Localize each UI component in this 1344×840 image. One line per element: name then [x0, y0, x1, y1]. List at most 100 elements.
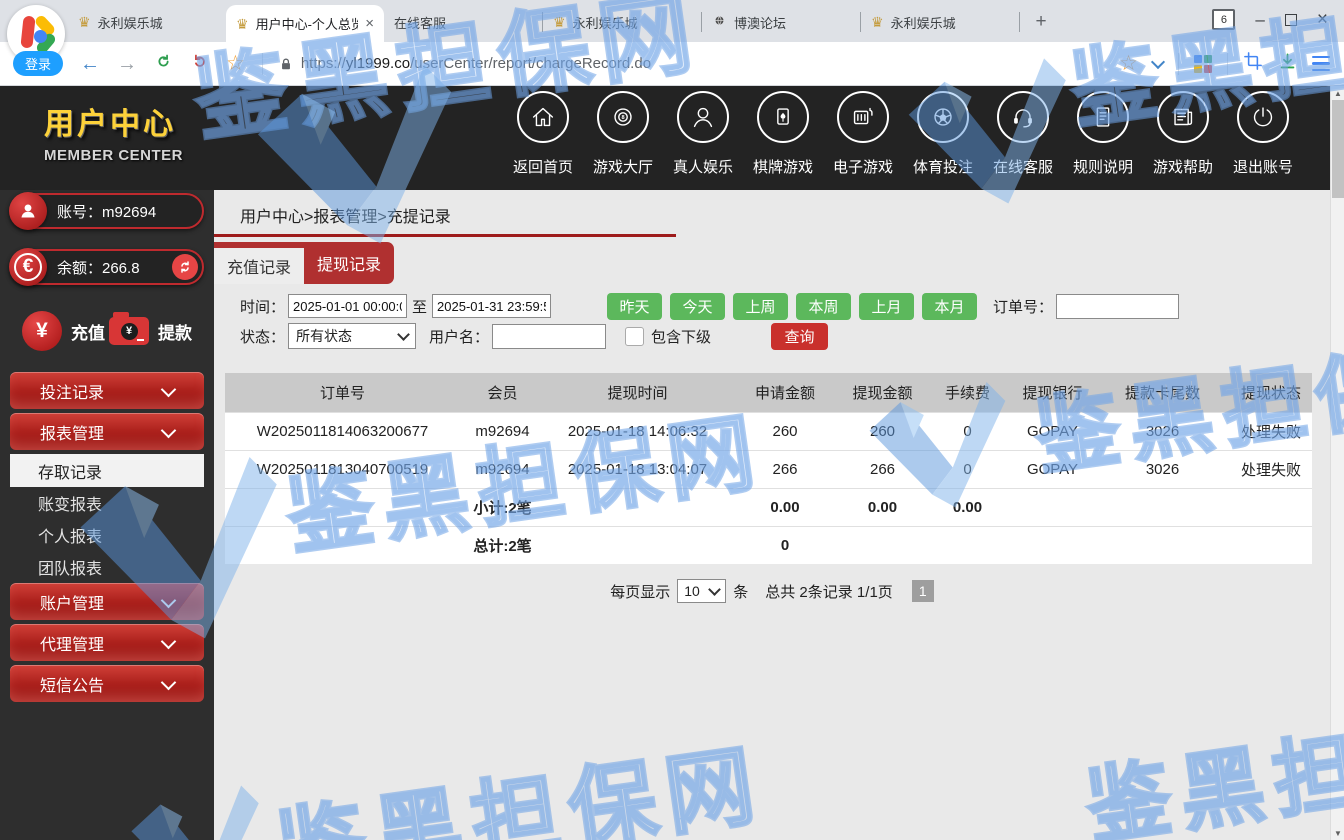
scroll-down-icon[interactable]: ▼: [1331, 826, 1344, 840]
include-sub-checkbox[interactable]: [625, 327, 644, 346]
apps-grid-icon[interactable]: [1194, 55, 1212, 73]
table-cell: GOPAY: [1010, 413, 1095, 451]
page-1-button[interactable]: 1: [912, 580, 934, 602]
address-bar: ← → ☆ https://yl1999.co/userCenter/repor…: [0, 42, 1344, 86]
table-cell: [925, 527, 1010, 565]
time-from-input[interactable]: [288, 294, 407, 318]
quick-range-button[interactable]: 上月: [859, 293, 914, 320]
username-input[interactable]: [492, 324, 606, 349]
topnav-item-cards[interactable]: 棋牌游戏: [743, 91, 823, 177]
chevron-down-icon: [708, 583, 721, 596]
quick-range-button[interactable]: 昨天: [607, 293, 662, 320]
scrollbar[interactable]: ▲ ▼: [1330, 86, 1344, 840]
home-icon: [517, 91, 569, 143]
bookmark-star-icon[interactable]: ☆: [226, 51, 245, 76]
member-center-logo: 用户中心 MEMBER CENTER: [44, 99, 183, 164]
close-button[interactable]: ×: [1317, 10, 1328, 29]
table-cell: 总计:2笔: [460, 527, 545, 565]
sidebar-menu-item[interactable]: 账户管理: [10, 583, 204, 620]
topnav-item-label: 游戏帮助: [1153, 156, 1213, 177]
topnav-item-power[interactable]: 退出账号: [1223, 91, 1303, 177]
topnav-item-live[interactable]: 真人娱乐: [663, 91, 743, 177]
hall-icon: 8: [597, 91, 649, 143]
table-header-cell: 申请金额: [730, 373, 840, 413]
lock-icon: [279, 56, 293, 72]
scroll-up-icon[interactable]: ▲: [1331, 86, 1344, 100]
table-header-cell: 提现金额: [840, 373, 925, 413]
tab-count-badge[interactable]: 6: [1212, 9, 1235, 30]
time-to-input[interactable]: [432, 294, 551, 318]
refresh-button[interactable]: [154, 52, 173, 76]
divider: [1227, 53, 1228, 75]
tab-withdraw-records[interactable]: 提现记录: [304, 242, 394, 284]
tab-close-icon[interactable]: ×: [365, 15, 374, 32]
menu-hamburger-icon[interactable]: [1312, 56, 1330, 72]
scrollbar-thumb[interactable]: [1332, 100, 1344, 198]
new-tab-button[interactable]: +: [1028, 9, 1054, 35]
browser-tab[interactable]: ♛ 永利娱乐城: [861, 2, 1019, 42]
quick-range-button[interactable]: 本周: [796, 293, 851, 320]
topnav-item-home[interactable]: 返回首页: [503, 91, 583, 177]
table-cell: [225, 527, 460, 565]
topnav-item-label: 电子游戏: [833, 156, 893, 177]
browser-tab[interactable]: 博澳论坛: [702, 2, 860, 42]
undo-button[interactable]: [190, 52, 209, 76]
search-button[interactable]: 查询: [771, 323, 828, 350]
sidebar-menu-item[interactable]: 代理管理: [10, 624, 204, 661]
sidebar-submenu-item[interactable]: 个人报表: [0, 519, 214, 551]
include-sub-label: 包含下级: [651, 326, 711, 347]
maximize-button[interactable]: [1285, 14, 1297, 26]
quick-range-button[interactable]: 今天: [670, 293, 725, 320]
logo-shape: [34, 30, 47, 43]
divider: [262, 53, 263, 75]
quick-range-button[interactable]: 本月: [922, 293, 977, 320]
per-page-select[interactable]: 10: [677, 579, 726, 603]
browser-tab-bar: ♛永利娱乐城♛用户中心-个人总览×在线客服♛永利娱乐城博澳论坛♛永利娱乐城+ 6…: [0, 0, 1344, 42]
forward-button[interactable]: →: [117, 54, 137, 74]
topnav-item-service[interactable]: 在线客服: [983, 91, 1063, 177]
crown-favicon-icon: ♛: [871, 15, 884, 29]
url-scheme: https://: [301, 55, 346, 72]
maximize-icon: [1285, 14, 1297, 26]
sidebar-menu-item[interactable]: 投注记录: [10, 372, 204, 409]
login-button[interactable]: 登录: [13, 51, 63, 76]
browser-tab[interactable]: ♛永利娱乐城: [68, 2, 226, 42]
chevron-down-icon: [161, 382, 177, 398]
browser-tab[interactable]: ♛用户中心-个人总览×: [226, 5, 384, 42]
quick-range-button[interactable]: 上周: [733, 293, 788, 320]
minimize-button[interactable]: –: [1255, 11, 1264, 28]
tab-deposit-records[interactable]: 充值记录: [214, 248, 304, 284]
filter-row-status: 状态： 所有状态 用户名： 包含下级 查询: [240, 322, 828, 350]
browser-tab[interactable]: ♛永利娱乐城: [543, 2, 701, 42]
status-select[interactable]: 所有状态: [288, 323, 416, 349]
tab-title: 永利娱乐城: [891, 13, 1009, 32]
refresh-balance-icon[interactable]: [172, 254, 198, 280]
chevron-down-icon[interactable]: [1151, 54, 1165, 68]
withdraw-button[interactable]: ¥ 提款: [109, 317, 192, 345]
url-box[interactable]: https://yl1999.co/userCenter/report/char…: [279, 55, 1119, 72]
pagination-summary: 总共 2条记录 1/1页: [765, 581, 893, 602]
table-cell: 0.00: [840, 489, 925, 527]
screenshot-crop-icon[interactable]: [1243, 51, 1263, 76]
download-icon[interactable]: [1278, 52, 1297, 76]
total-row: 总计:2笔0: [225, 527, 1312, 565]
back-button[interactable]: ←: [80, 54, 100, 74]
topnav-item-hall[interactable]: 8游戏大厅: [583, 91, 663, 177]
topnav-item-help[interactable]: 游戏帮助: [1143, 91, 1223, 177]
sidebar-menu-item[interactable]: 报表管理: [10, 413, 204, 450]
sidebar-submenu-item[interactable]: 账变报表: [0, 487, 214, 519]
tab-title: 在线客服: [394, 13, 532, 32]
topnav-item-rules[interactable]: 规则说明: [1063, 91, 1143, 177]
sidebar-menu-item[interactable]: 短信公告: [10, 665, 204, 702]
topnav-item-sports[interactable]: 体育投注: [903, 91, 983, 177]
browser-tab[interactable]: 在线客服: [384, 2, 542, 42]
sidebar-submenu-item-active[interactable]: 存取记录: [10, 454, 204, 487]
order-no-input[interactable]: [1056, 294, 1179, 319]
subtotal-row: 小计:2笔0.000.000.00: [225, 489, 1312, 527]
topnav-item-slot[interactable]: 电子游戏: [823, 91, 903, 177]
sidebar-submenu-item[interactable]: 团队报表: [0, 551, 214, 583]
favorite-star-icon[interactable]: ☆: [1119, 51, 1138, 76]
table-row: W2025011814063200677m926942025-01-18 14:…: [225, 413, 1312, 451]
table-cell: 0: [925, 413, 1010, 451]
deposit-button[interactable]: ¥ 充值: [22, 311, 105, 351]
